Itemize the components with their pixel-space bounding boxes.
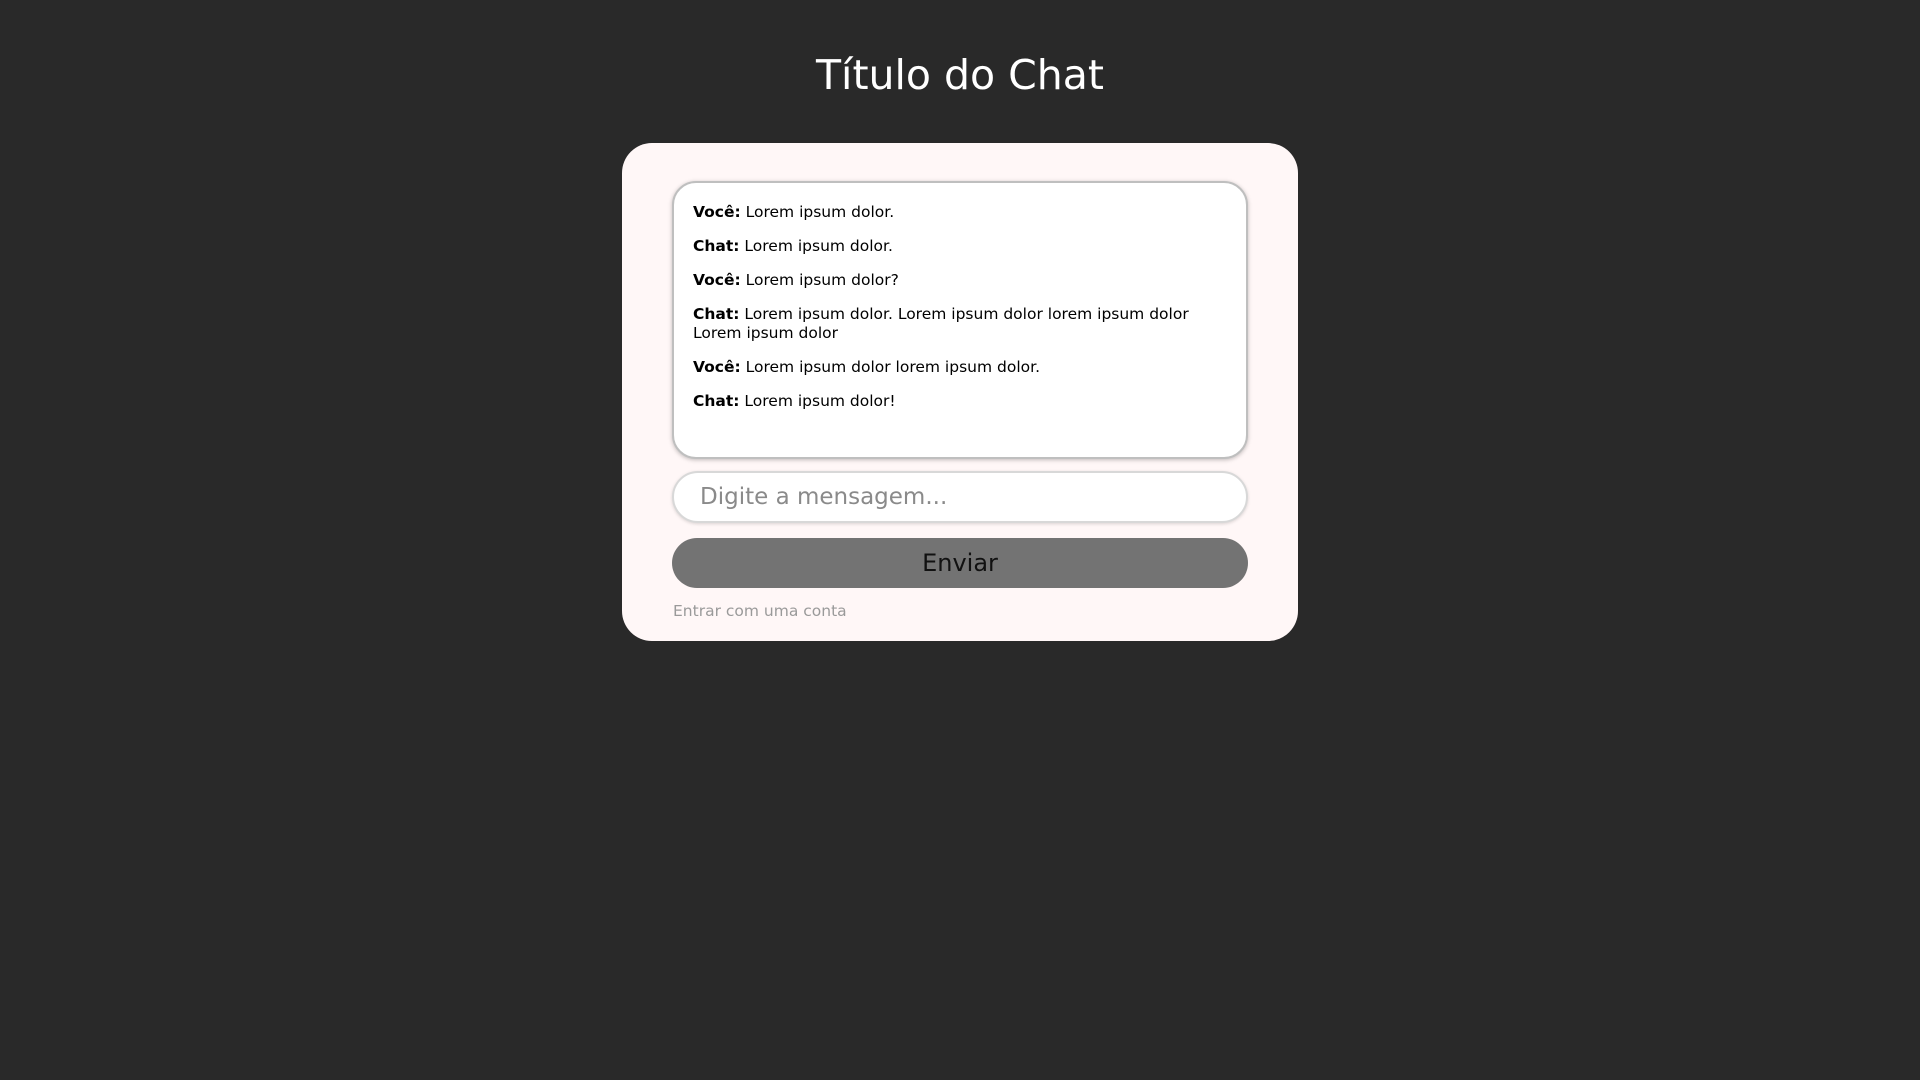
message-sender: Você: — [693, 358, 741, 376]
list-item: Chat: Lorem ipsum dolor. Lorem ipsum dol… — [693, 305, 1228, 343]
chat-card: Você: Lorem ipsum dolor. Chat: Lorem ips… — [622, 143, 1298, 641]
login-link[interactable]: Entrar com uma conta — [673, 602, 847, 620]
message-list[interactable]: Você: Lorem ipsum dolor. Chat: Lorem ips… — [672, 181, 1248, 459]
message-input[interactable] — [672, 471, 1248, 523]
message-text: Lorem ipsum dolor? — [740, 271, 899, 289]
list-item: Você: Lorem ipsum dolor. — [693, 203, 1228, 222]
message-sender: Você: — [693, 203, 741, 221]
message-sender: Chat: — [693, 392, 740, 410]
message-text: Lorem ipsum dolor. — [740, 203, 895, 221]
page: Título do Chat Você: Lorem ipsum dolor. … — [0, 0, 1920, 1080]
message-sender: Você: — [693, 271, 741, 289]
list-item: Você: Lorem ipsum dolor? — [693, 271, 1228, 290]
message-text: Lorem ipsum dolor lorem ipsum dolor. — [740, 358, 1040, 376]
message-text: Lorem ipsum dolor! — [739, 392, 896, 410]
message-text: Lorem ipsum dolor. Lorem ipsum dolor lor… — [693, 305, 1189, 342]
message-text: Lorem ipsum dolor. — [739, 237, 893, 255]
message-sender: Chat: — [693, 237, 740, 255]
list-item: Chat: Lorem ipsum dolor! — [693, 392, 1228, 411]
page-title: Título do Chat — [816, 51, 1104, 99]
list-item: Chat: Lorem ipsum dolor. — [693, 237, 1228, 256]
send-button[interactable]: Enviar — [672, 538, 1248, 588]
message-sender: Chat: — [693, 305, 740, 323]
list-item: Você: Lorem ipsum dolor lorem ipsum dolo… — [693, 358, 1228, 377]
